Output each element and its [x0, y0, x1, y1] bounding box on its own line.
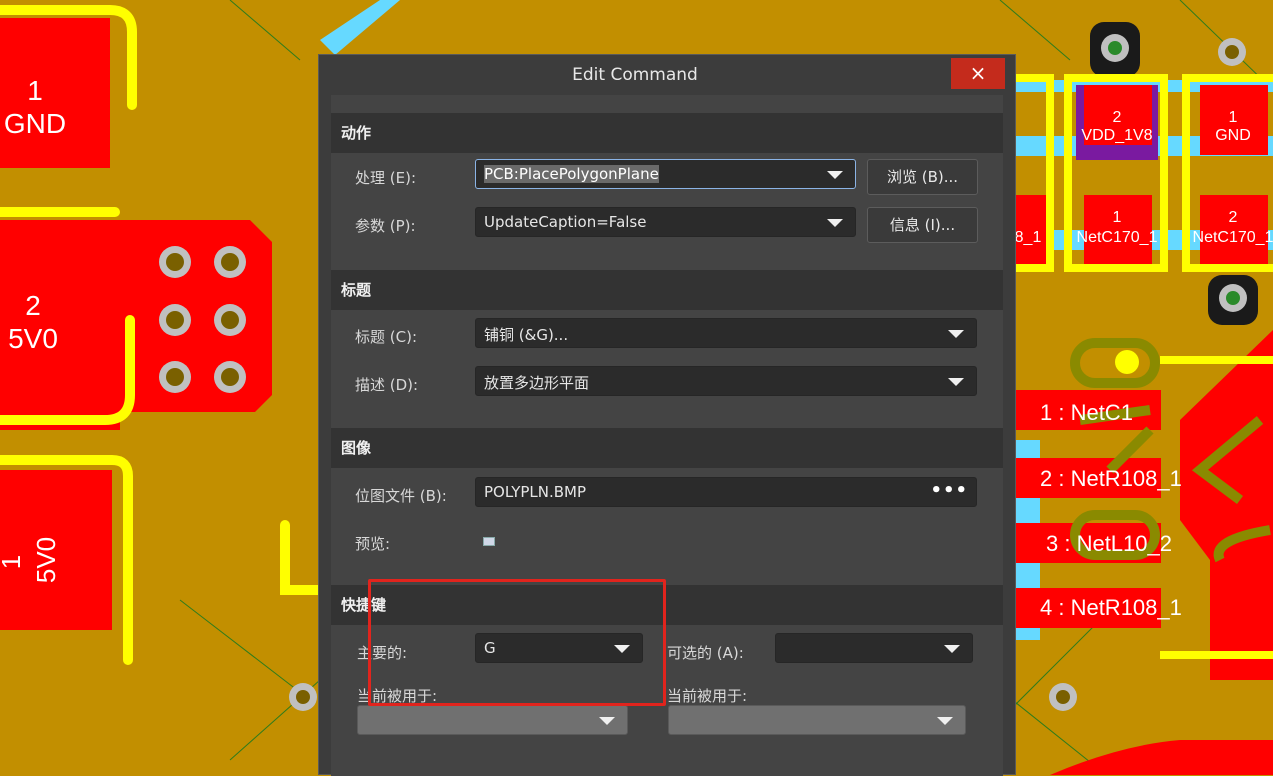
alternate-shortcut-combobox[interactable]: [775, 633, 973, 663]
section-header-caption: 标题: [341, 281, 372, 299]
caption-combobox[interactable]: 铺铜 (&G)...: [475, 318, 977, 348]
section-image-body: 位图文件 (B): POLYPLN.BMP ••• 预览:: [331, 468, 1003, 578]
description-combobox[interactable]: 放置多边形平面: [475, 366, 977, 396]
pad-6-net-label: NetC170_1: [1077, 229, 1158, 246]
info-button[interactable]: 信息 (I)...: [867, 207, 978, 243]
preview-label: 预览:: [355, 535, 391, 553]
section-header-action: 动作: [341, 124, 372, 142]
dialog-title: Edit Command: [572, 65, 698, 85]
section-image: 图像: [331, 428, 1003, 468]
process-label: 处理 (E):: [355, 169, 417, 187]
alternate-used-combobox[interactable]: [668, 705, 966, 735]
alternate-used-label: 当前被用于:: [667, 687, 748, 705]
component-pin-2-label: 2 : NetR108_1: [1040, 466, 1182, 491]
pad-4-net-label: VDD_1V8: [1081, 127, 1152, 144]
pad-3-net-label: 5V0: [31, 537, 61, 583]
section-action: 动作: [331, 113, 1003, 153]
bitmap-field[interactable]: POLYPLN.BMP •••: [475, 477, 977, 507]
chevron-down-icon: [827, 171, 843, 179]
section-action-body: 处理 (E): PCB:PlacePolygonPlane 浏览 (B)... …: [331, 153, 1003, 265]
chevron-down-icon: [599, 717, 615, 725]
pad-5-net-label: GND: [1215, 127, 1251, 144]
browse-button[interactable]: 浏览 (B)...: [867, 159, 978, 195]
chevron-down-icon: [827, 219, 843, 227]
more-icon[interactable]: •••: [930, 480, 968, 501]
alternate-shortcut-label: 可选的 (A):: [667, 644, 744, 662]
description-label: 描述 (D):: [355, 376, 419, 394]
process-value: PCB:PlacePolygonPlane: [484, 165, 659, 183]
pad-2-num-label: 2: [25, 290, 41, 321]
polygon-preview-icon: [483, 537, 495, 546]
close-button[interactable]: ×: [951, 58, 1005, 89]
pad-7-net-label: NetC170_1: [1193, 229, 1273, 246]
section-caption: 标题: [331, 270, 1003, 310]
pad-4-num-label: 2: [1113, 109, 1122, 126]
primary-used-combobox[interactable]: [357, 705, 628, 735]
partial-net-label: 8_1: [1015, 229, 1042, 246]
section-header-image: 图像: [341, 439, 372, 457]
pad-2-net-label: 5V0: [8, 323, 58, 354]
process-combobox[interactable]: PCB:PlacePolygonPlane: [475, 159, 856, 189]
pad-7-num-label: 2: [1229, 209, 1238, 226]
caption-value: 铺铜 (&G)...: [484, 326, 569, 344]
annotation-highlight-box: [368, 579, 666, 706]
caption-label: 标题 (C):: [355, 328, 417, 346]
section-caption-body: 标题 (C): 铺铜 (&G)... 描述 (D): 放置多边形平面: [331, 310, 1003, 410]
params-value: UpdateCaption=False: [484, 213, 647, 231]
chevron-down-icon: [944, 645, 960, 653]
chevron-down-icon: [948, 378, 964, 386]
pad-3-num-label: 1: [0, 555, 26, 569]
chevron-down-icon: [937, 717, 953, 725]
pad-1-net-label: GND: [4, 108, 66, 139]
component-pin-4-label: 4 : NetR108_1: [1040, 595, 1182, 620]
description-value: 放置多边形平面: [484, 374, 590, 392]
params-label: 参数 (P):: [355, 217, 416, 235]
bitmap-value: POLYPLN.BMP: [484, 483, 587, 501]
chevron-down-icon: [948, 330, 964, 338]
dialog-titlebar[interactable]: Edit Command ×: [319, 55, 1015, 95]
pad-1-num-label: 1: [27, 75, 43, 106]
pad-6-num-label: 1: [1113, 209, 1122, 226]
component-pin-3-label: 3 : NetL10_2: [1046, 531, 1172, 556]
bitmap-label: 位图文件 (B):: [355, 487, 447, 505]
close-icon: ×: [969, 61, 987, 85]
params-combobox[interactable]: UpdateCaption=False: [475, 207, 856, 237]
component-pin-1-label: 1 : NetC1: [1040, 400, 1133, 425]
pad-5-num-label: 1: [1229, 109, 1238, 126]
